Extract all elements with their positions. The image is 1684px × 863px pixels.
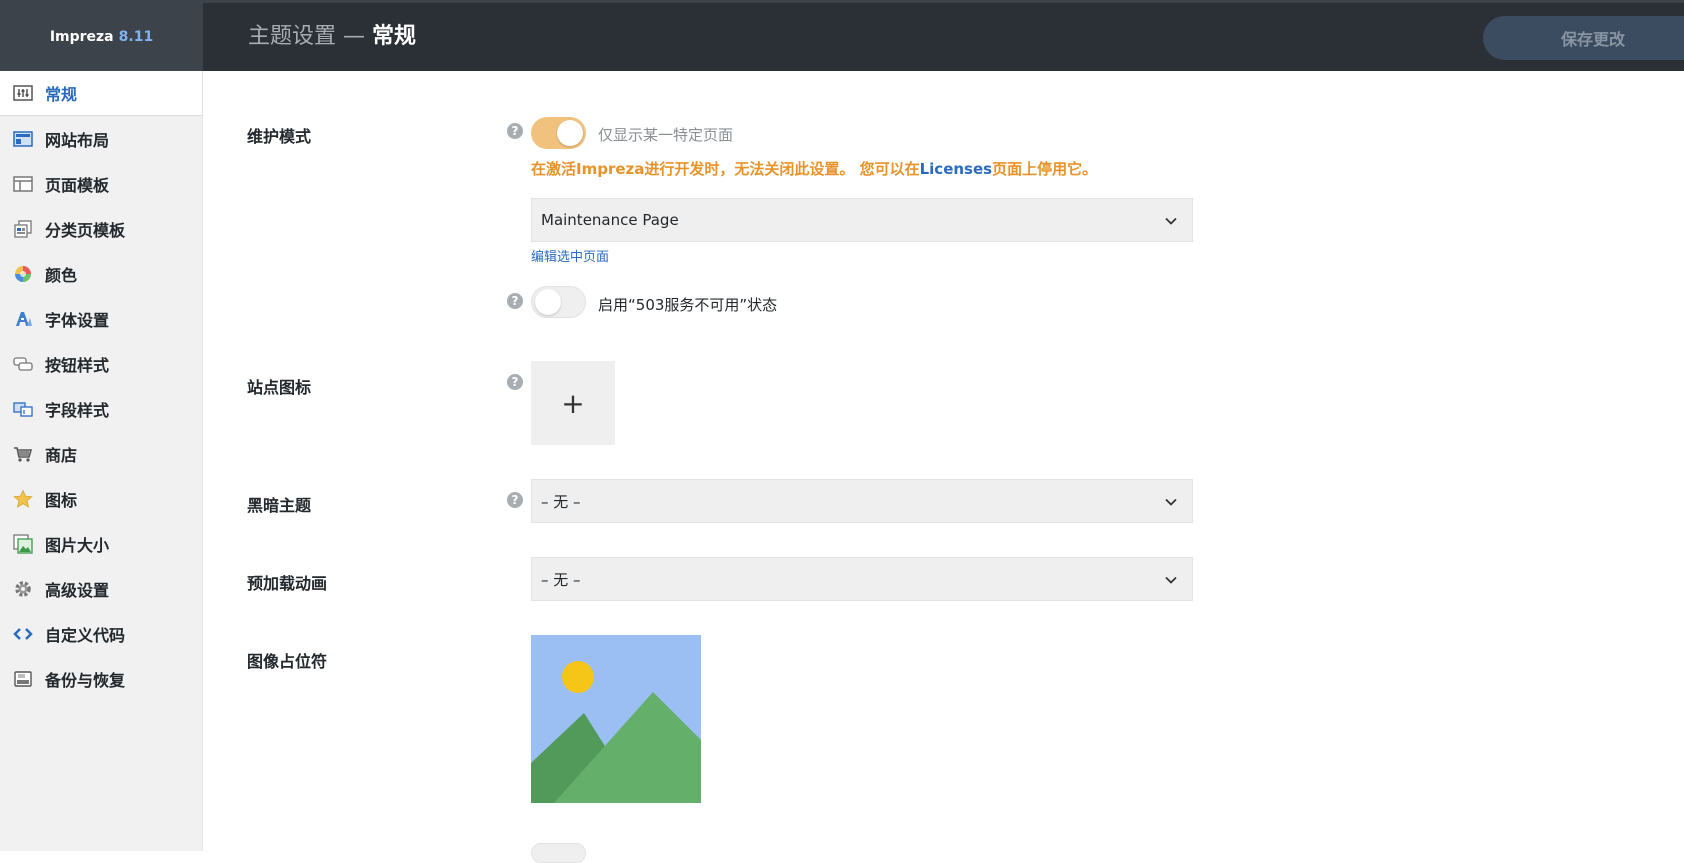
site-icon-help-icon[interactable]: ? [507,374,523,390]
cart-icon [13,444,33,464]
sidebar-item-label: 字段样式 [45,400,110,420]
star-icon [13,489,33,509]
toggle-knob [535,289,561,315]
site-icon-upload-button[interactable]: + [531,361,615,445]
edit-selected-page-link[interactable]: 编辑选中页面 [531,246,609,265]
preloader-label: 预加载动画 [247,574,328,593]
maintenance-page-value: Maintenance Page [541,211,679,229]
sliders-icon [13,83,33,103]
save-changes-button[interactable]: 保存更改 [1483,16,1684,60]
sidebar-item-label: 自定义代码 [45,625,126,645]
dark-theme-select[interactable]: – 无 – [531,479,1193,523]
maintenance-warning: 在激活Impreza进行开发时，无法关闭此设置。 您可以在Licenses页面上… [531,158,1097,179]
503-status-label: 启用“503服务不可用”状态 [598,296,778,314]
sidebar: 常规 网站布局 页面模板 分类页模板 颜色 字体设置 按钮样式 字段样式 商店 … [0,71,203,851]
sidebar-item-label: 高级设置 [45,580,110,600]
image-size-icon [13,533,33,554]
sidebar-item-label: 常规 [45,85,78,104]
sidebar-item-image-sizes[interactable]: 图片大小 [0,521,202,566]
dark-theme-help-icon[interactable]: ? [507,492,523,508]
backup-icon [13,669,33,689]
sidebar-item-label: 字体设置 [45,310,110,330]
page-title-current: 常规 [372,24,417,49]
color-wheel-icon [13,264,33,284]
sidebar-item-label: 分类页模板 [45,220,126,240]
button-style-icon [13,354,33,374]
licenses-link[interactable]: Licenses [920,160,992,178]
sidebar-item-colors[interactable]: 颜色 [0,251,202,296]
chevron-down-icon [1165,498,1177,506]
maintenance-toggle[interactable] [531,117,586,149]
archive-template-icon [13,219,33,239]
sidebar-item-advanced[interactable]: 高级设置 [0,566,202,611]
sidebar-item-backup[interactable]: 备份与恢复 [0,656,202,701]
sidebar-item-label: 网站布局 [45,130,110,150]
dark-theme-value: – 无 – [541,492,581,511]
503-status-toggle[interactable] [531,286,586,318]
chevron-down-icon [1165,217,1177,225]
sidebar-item-label: 页面模板 [45,175,110,195]
sidebar-item-label: 图标 [45,490,78,510]
warning-text-after: 页面上停用它。 [992,160,1098,178]
preloader-select[interactable]: – 无 – [531,557,1193,601]
site-icon-label: 站点图标 [247,378,312,397]
page-title: 主题设置 — 常规 [248,3,416,71]
page-template-icon [13,174,33,194]
dark-theme-label: 黑暗主题 [247,496,312,515]
next-setting-toggle[interactable] [531,843,586,863]
top-header: 主题设置 — 常规 保存更改 [203,3,1684,71]
sidebar-item-button-styles[interactable]: 按钮样式 [0,341,202,386]
preloader-value: – 无 – [541,570,581,589]
code-icon [13,624,33,644]
sidebar-item-page-templates[interactable]: 页面模板 [0,161,202,206]
brand-logo: Impreza 8.11 [0,3,203,71]
page-title-prefix: 主题设置 — [248,24,372,49]
chevron-down-icon [1165,576,1177,584]
maintenance-page-select[interactable]: Maintenance Page [531,198,1193,242]
sidebar-item-label: 图片大小 [45,535,110,555]
gear-icon [13,579,33,599]
maintenance-help-icon[interactable]: ? [507,123,523,139]
sidebar-item-site-layout[interactable]: 网站布局 [0,116,202,161]
layout-icon [13,129,33,149]
warning-text-before: 在激活Impreza进行开发时，无法关闭此设置。 您可以在 [531,160,920,178]
brand-version: 8.11 [118,29,154,45]
sidebar-item-label: 商店 [45,445,78,465]
sidebar-item-label: 颜色 [45,265,78,285]
image-placeholder-preview[interactable] [531,635,701,803]
sidebar-item-typography[interactable]: 字体设置 [0,296,202,341]
sidebar-item-icons[interactable]: 图标 [0,476,202,521]
sidebar-item-shop[interactable]: 商店 [0,431,202,476]
brand-name: Impreza [49,29,114,45]
image-placeholder-label: 图像占位符 [247,652,328,671]
maintenance-toggle-label: 仅显示某一特定页面 [598,126,734,144]
typography-icon [13,309,33,329]
sidebar-item-label: 按钮样式 [45,355,110,375]
sidebar-item-label: 备份与恢复 [45,670,126,690]
sidebar-item-general[interactable]: 常规 [0,71,202,116]
status-help-icon[interactable]: ? [507,293,523,309]
field-style-icon [13,399,33,419]
toggle-knob [557,120,583,146]
sidebar-item-archive-templates[interactable]: 分类页模板 [0,206,202,251]
maintenance-mode-label: 维护模式 [247,127,312,146]
sidebar-item-field-styles[interactable]: 字段样式 [0,386,202,431]
sidebar-item-custom-code[interactable]: 自定义代码 [0,611,202,656]
